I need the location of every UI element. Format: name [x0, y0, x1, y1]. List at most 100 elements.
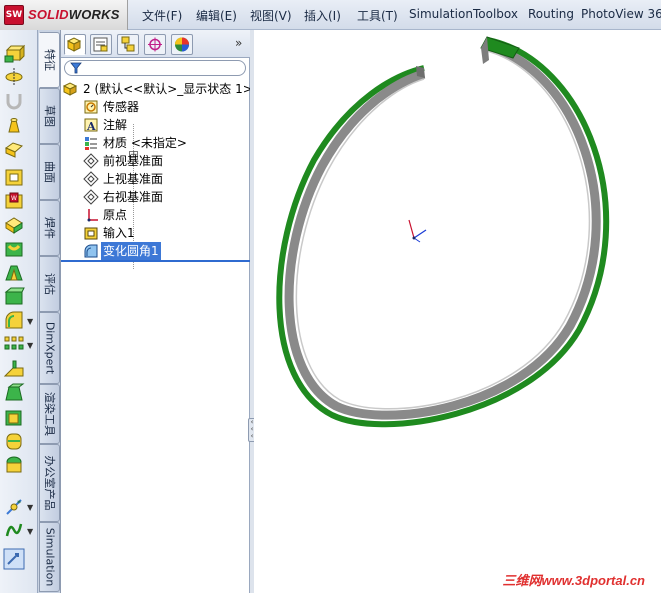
tab-dimxpert[interactable]: DimXpert — [39, 312, 60, 384]
configuration-manager-icon — [121, 36, 135, 52]
import-icon — [84, 227, 98, 240]
tab-weldments[interactable]: 焊件 — [39, 200, 60, 256]
tab-simulation-label: Simulation — [43, 527, 56, 587]
annotation-icon: A — [84, 118, 98, 133]
tab-weldments-label: 焊件 — [42, 217, 56, 239]
display-manager-tab[interactable] — [171, 34, 193, 55]
command-manager-toolbar: W ▼ ▼ * ▼ ▼ — [0, 30, 38, 593]
dimxpert-manager-tab[interactable] — [144, 34, 166, 55]
tree-item-import1-label: 输入1 — [103, 226, 135, 240]
extruded-cut-icon[interactable] — [3, 166, 25, 188]
tab-office-products[interactable]: 办公室产品 — [39, 444, 60, 522]
origin-icon — [87, 209, 98, 222]
graphics-viewport[interactable]: 三维网www.3dportal.cn — [254, 30, 661, 593]
menu-edit[interactable]: 编辑(E) — [196, 7, 237, 24]
curves-icon[interactable] — [3, 520, 25, 542]
split-ring-model — [276, 36, 610, 428]
boundary-cut-icon[interactable] — [3, 286, 25, 308]
plane-icon — [83, 153, 99, 169]
loft-icon[interactable] — [3, 114, 25, 136]
tree-item-material-label: 材质 <未指定> — [103, 136, 187, 150]
property-manager-tab[interactable] — [90, 34, 112, 55]
tree-item-annotations-label: 注解 — [103, 118, 128, 132]
brand-name: SOLIDWORKS — [28, 7, 120, 22]
dimxpert-manager-icon — [148, 37, 162, 52]
extruded-boss-icon[interactable] — [3, 42, 26, 64]
tab-simulation[interactable]: Simulation — [39, 522, 60, 592]
brand-prefix: SOLID — [28, 7, 69, 22]
wrap-icon[interactable] — [3, 430, 25, 452]
tab-features[interactable]: 特征 — [39, 32, 60, 88]
ring-inner-face — [284, 41, 601, 420]
feature-manager-tabs: » — [61, 30, 250, 58]
menu-file[interactable]: 文件(F) — [142, 7, 182, 24]
menu-routing[interactable]: Routing — [528, 7, 574, 21]
boundary-boss-icon[interactable] — [3, 138, 25, 160]
rib-icon[interactable] — [3, 358, 25, 380]
curves-dropdown-icon[interactable]: ▼ — [27, 527, 35, 536]
pattern-dropdown-icon[interactable]: ▼ — [27, 341, 35, 350]
svg-text:W: W — [11, 195, 17, 202]
menu-toolbox[interactable]: Toolbox — [473, 7, 518, 21]
menu-photoview[interactable]: PhotoView 360 — [581, 7, 661, 21]
feature-tree-tab[interactable] — [64, 34, 86, 55]
menu-view[interactable]: 视图(V) — [250, 7, 292, 24]
tab-evaluate[interactable]: 评估 — [39, 256, 60, 312]
plane-icon — [83, 189, 99, 205]
filter-icon — [70, 62, 82, 74]
hole-wizard-icon[interactable]: W — [3, 190, 25, 212]
draft-icon[interactable] — [3, 382, 25, 404]
origin-triad — [408, 219, 427, 243]
linear-pattern-icon[interactable] — [3, 334, 25, 356]
svg-text:A: A — [86, 120, 96, 133]
tree-rollback-bar[interactable] — [61, 260, 250, 262]
dome-icon[interactable] — [3, 454, 25, 476]
reference-dropdown-icon[interactable]: ▼ — [27, 503, 35, 512]
feature-tree-filter[interactable] — [64, 60, 246, 76]
plane-icon — [83, 171, 99, 187]
tree-item-origin-label: 原点 — [103, 208, 128, 222]
sensor-icon — [84, 100, 98, 114]
shell-icon[interactable] — [3, 406, 25, 428]
fillet-dropdown-icon[interactable]: ▼ — [27, 317, 35, 326]
solidworks-window: SW SOLIDWORKS 文件(F) 编辑(E) 视图(V) 插入(I) 工具… — [0, 0, 661, 593]
solidworks-logo-icon: SW — [4, 5, 24, 25]
display-manager-icon — [175, 37, 189, 52]
tab-features-label: 特征 — [42, 49, 56, 71]
menu-simulation[interactable]: Simulation — [409, 7, 473, 21]
tab-sketch-label: 草图 — [42, 105, 56, 127]
lofted-cut-icon[interactable] — [3, 262, 25, 284]
site-watermark: 三维网www.3dportal.cn — [502, 573, 645, 588]
tab-surfaces-label: 曲面 — [42, 161, 56, 183]
revolved-boss-icon[interactable] — [3, 66, 25, 88]
menu-bar: SW SOLIDWORKS 文件(F) 编辑(E) 视图(V) 插入(I) 工具… — [0, 0, 661, 30]
fillet-icon[interactable] — [3, 310, 25, 332]
tab-surfaces[interactable]: 曲面 — [39, 144, 60, 200]
menu-insert[interactable]: 插入(I) — [304, 7, 341, 24]
menu-tools[interactable]: 工具(T) — [357, 7, 398, 24]
tab-dimxpert-label: DimXpert — [43, 321, 56, 375]
tree-item-right-plane-label: 右视基准面 — [103, 190, 164, 204]
more-tabs-button[interactable]: » — [235, 36, 242, 50]
tree-item-top-plane-label: 上视基准面 — [103, 172, 164, 186]
tab-evaluate-label: 评估 — [42, 273, 56, 295]
instant3d-icon[interactable] — [3, 548, 25, 570]
feature-tree-icon — [66, 37, 82, 52]
revolved-cut-icon[interactable] — [3, 214, 25, 236]
svg-text:*: * — [17, 499, 21, 508]
tree-item-sensors-label: 传感器 — [103, 100, 140, 114]
reference-geometry-icon[interactable]: * — [3, 496, 25, 518]
solidworks-logo[interactable]: SW SOLIDWORKS — [0, 0, 128, 30]
feature-manager-panel: » 2 (默认<<默认>_显示状态 1> 传感器 + A 注解 材质 <未指定>… — [61, 30, 253, 593]
tab-office-products-label: 办公室产品 — [42, 455, 56, 511]
fillet-icon — [84, 244, 98, 258]
tab-render-tools[interactable]: 渲染工具 — [39, 384, 60, 444]
material-icon — [85, 137, 97, 150]
filter-input[interactable] — [85, 62, 240, 74]
tab-sketch[interactable]: 草图 — [39, 88, 60, 144]
configuration-manager-tab[interactable] — [117, 34, 139, 55]
sweep-icon[interactable] — [3, 90, 25, 112]
swept-cut-icon[interactable] — [3, 238, 25, 260]
tree-item-root-label: 2 (默认<<默认>_显示状态 1> — [83, 82, 253, 96]
part-icon — [63, 82, 78, 96]
